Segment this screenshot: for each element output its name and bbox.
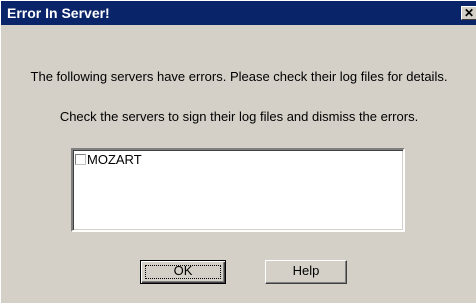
help-button-label: Help [292,263,320,278]
error-dialog: Error In Server! ✕ The following servers… [0,0,476,303]
ok-button[interactable]: OK [140,260,226,284]
dialog-title: Error In Server! [7,5,110,21]
server-name: MOZART [87,151,142,167]
list-item[interactable]: MOZART [75,151,142,167]
instruction-message: Check the servers to sign their log file… [59,109,419,124]
server-list[interactable]: MOZART [71,148,405,232]
ok-button-label: OK [173,263,193,278]
error-message: The following servers have errors. Pleas… [30,69,448,84]
close-icon[interactable]: ✕ [461,6,476,20]
help-button[interactable]: Help [265,260,347,284]
server-checkbox[interactable] [75,153,86,165]
title-bar[interactable]: Error In Server! ✕ [1,1,476,25]
